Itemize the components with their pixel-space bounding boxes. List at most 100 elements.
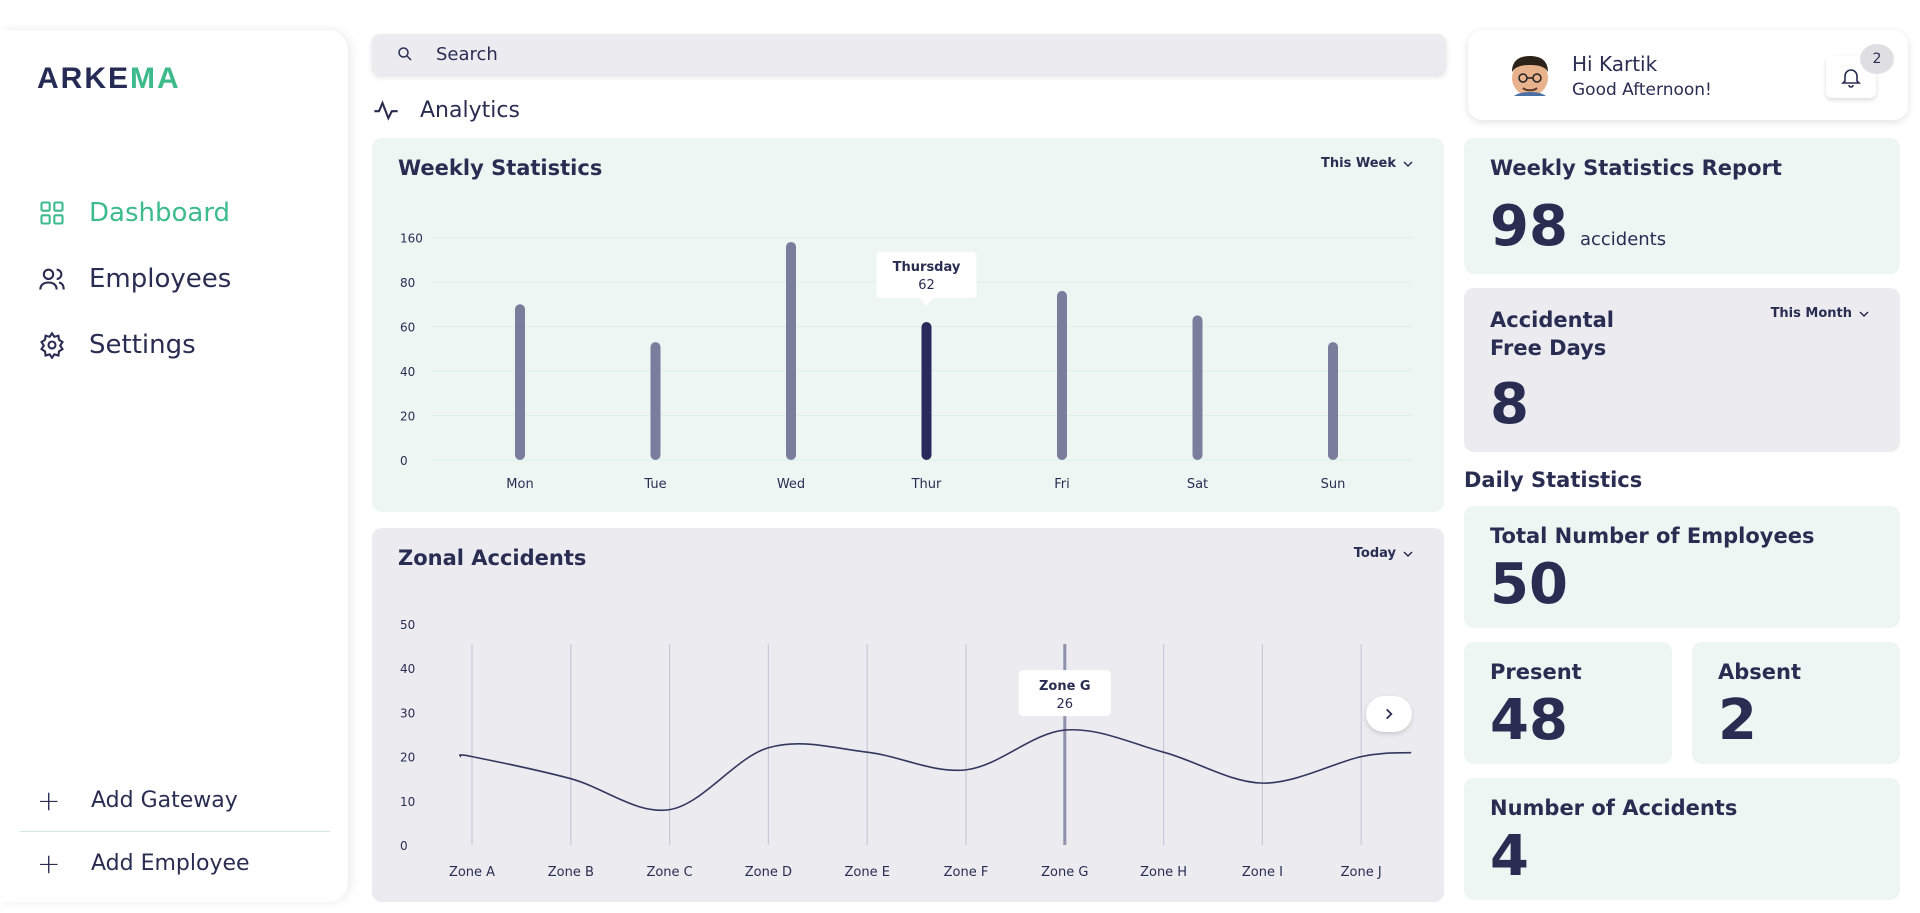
y-tick-label: 80 — [400, 276, 415, 290]
users-icon — [37, 264, 67, 294]
plus-icon: + — [37, 846, 61, 880]
line-tooltip: Zone G 26 — [1018, 670, 1111, 717]
dropdown-label: This Month — [1770, 306, 1852, 321]
search-icon — [398, 47, 412, 61]
add-employee-button[interactable]: + Add Employee — [20, 834, 330, 892]
notification-badge: 2 — [1860, 44, 1894, 74]
logo-prefix: ARKE — [37, 62, 131, 95]
add-gateway-button[interactable]: + Add Gateway — [20, 771, 330, 829]
y-tick-label: 10 — [400, 795, 415, 809]
x-tick-label: Zone E — [844, 865, 889, 880]
sidebar: ARKEMA Dashboard Employees Settings + Ad… — [0, 30, 348, 902]
y-tick-label: 30 — [400, 706, 415, 720]
x-tick-label: Zone I — [1242, 865, 1283, 880]
x-tick-label: Sat — [1187, 477, 1208, 492]
greeting-subtitle: Good Afternoon! — [1572, 80, 1712, 100]
x-tick-label: Zone D — [745, 865, 792, 880]
stat-value: 50 — [1490, 552, 1568, 617]
bar-sun — [1328, 342, 1338, 460]
x-tick-label: Zone A — [449, 865, 495, 880]
activity-icon — [374, 100, 398, 121]
x-tick-label: Zone G — [1041, 865, 1088, 880]
greeting: Hi Kartik Good Afternoon! — [1572, 52, 1712, 100]
stat-value: 2 — [1718, 688, 1757, 753]
y-tick-label: 50 — [400, 618, 415, 632]
y-tick-label: 20 — [400, 751, 415, 765]
card-title: Absent — [1718, 660, 1802, 684]
absent-card: Absent 2 — [1692, 642, 1900, 764]
card-title: Present — [1490, 660, 1582, 684]
sidebar-item-label: Employees — [89, 264, 232, 294]
x-tick-label: Fri — [1054, 477, 1070, 492]
next-arrow-button[interactable] — [1366, 696, 1412, 732]
x-tick-label: Zone C — [646, 865, 692, 880]
y-tick-label: 0 — [400, 454, 408, 468]
free-days-card: Accidental Free Days This Month 8 — [1464, 288, 1900, 452]
x-tick-label: Mon — [506, 477, 533, 492]
logo: ARKEMA — [37, 62, 181, 96]
bar-tue — [650, 342, 661, 460]
avatar[interactable] — [1504, 50, 1556, 102]
card-title: Weekly Statistics Report — [1490, 156, 1782, 180]
search-input[interactable] — [436, 43, 1336, 65]
stat-value: 98 — [1490, 194, 1568, 259]
user-card: Hi Kartik Good Afternoon! 2 — [1468, 30, 1908, 120]
weekly-statistics-card: Weekly Statistics This Week 0 20 40 60 80 160… — [372, 138, 1444, 512]
bar-thur — [921, 322, 932, 460]
weekly-bar-chart: 0 20 40 60 80 160 Mon Tue Wed Thur Thursday 62 Fri Sa… — [400, 232, 1412, 492]
x-tick-label: Zone J — [1341, 865, 1382, 880]
x-tick-label: Sun — [1321, 477, 1346, 492]
sidebar-item-label: Settings — [89, 330, 196, 360]
add-gateway-label: Add Gateway — [91, 787, 238, 813]
logo-accent: MA — [130, 62, 181, 95]
stat-value: 8 — [1490, 372, 1529, 437]
tooltip-label: Zone G — [1039, 679, 1091, 694]
sidebar-item-settings[interactable]: Settings — [37, 312, 231, 378]
x-tick-label: Thur — [911, 477, 942, 492]
stat-value: 4 — [1490, 824, 1529, 889]
tooltip-pointer — [919, 298, 934, 307]
divider — [20, 831, 330, 832]
zonal-line-chart: 0 10 20 30 40 50 Zone A Zone B Zone C Zone D Zone … — [400, 618, 1412, 880]
y-tick-label: 160 — [400, 232, 423, 246]
bar-tooltip: Thursday 62 — [876, 252, 977, 307]
card-title: Number of Accidents — [1490, 796, 1738, 820]
series-line — [459, 728, 1412, 812]
month-filter-dropdown[interactable]: This Month — [1771, 306, 1870, 321]
title-line: Free Days — [1490, 336, 1607, 360]
grid-icon — [37, 198, 67, 228]
search-bar[interactable] — [372, 34, 1446, 74]
x-tick-label: Tue — [643, 477, 666, 492]
sidebar-item-dashboard[interactable]: Dashboard — [37, 180, 231, 246]
card-title: Total Number of Employees — [1490, 524, 1815, 548]
add-employee-label: Add Employee — [91, 850, 250, 876]
y-tick-label: 60 — [400, 321, 415, 335]
tooltip-label: Thursday — [893, 260, 961, 275]
x-tick-label: Zone F — [944, 865, 989, 880]
y-tick-label: 20 — [400, 410, 415, 424]
zonal-accidents-card: Zonal Accidents Today 0 10 20 30 40 50 Zone AZ… — [372, 528, 1444, 902]
bar-wed — [786, 241, 796, 460]
y-tick-label: 0 — [400, 839, 408, 853]
tooltip-value: 26 — [1057, 697, 1074, 712]
bar-fri — [1057, 290, 1067, 460]
title-line: Accidental — [1490, 308, 1614, 332]
card-title: Accidental Free Days — [1490, 306, 1614, 362]
section-title: Analytics — [420, 97, 520, 123]
sidebar-nav: Dashboard Employees Settings — [37, 180, 231, 378]
bar-mon — [515, 304, 525, 460]
stat-unit: accidents — [1579, 229, 1667, 250]
sidebar-item-employees[interactable]: Employees — [37, 246, 231, 312]
daily-statistics-heading: Daily Statistics — [1464, 468, 1643, 492]
chevron-right-icon — [1386, 708, 1393, 720]
sidebar-actions: + Add Gateway + Add Employee — [20, 771, 330, 892]
plus-icon: + — [37, 783, 61, 817]
accidents-card: Number of Accidents 4 — [1464, 778, 1900, 900]
x-tick-label: Zone B — [548, 865, 594, 880]
present-card: Present 48 — [1464, 642, 1672, 764]
y-tick-label: 40 — [400, 662, 415, 676]
gear-icon — [37, 330, 67, 360]
stat-value: 48 — [1490, 688, 1568, 753]
greeting-name: Hi Kartik — [1572, 52, 1658, 76]
analytics-heading: Analytics — [372, 96, 520, 124]
